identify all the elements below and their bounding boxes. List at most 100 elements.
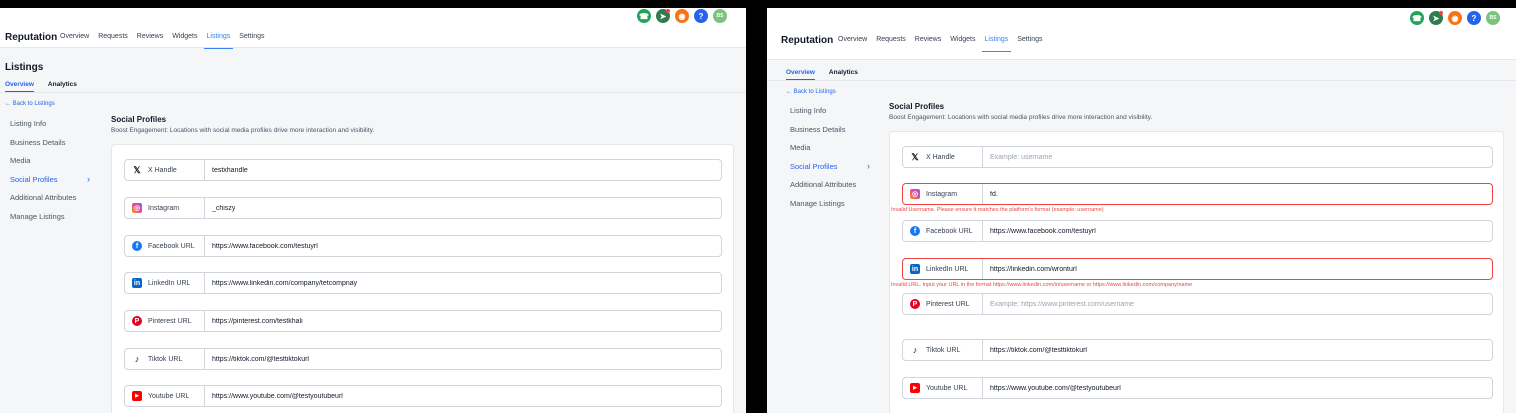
section-subtitle: Boost Engagement: Locations with social … [889, 114, 1153, 121]
section-subtitle: Boost Engagement: Locations with social … [111, 127, 375, 134]
sidebar: Listing Info Business Details Media Soci… [790, 105, 880, 216]
tiktok-icon: ♪ [134, 354, 140, 364]
x-icon: 𝕏 [911, 151, 919, 162]
right-screenshot-panel: Reputation Overview Requests Reviews Wid… [767, 8, 1516, 413]
x-handle-row: 𝕏 X Handle Example: username [902, 146, 1493, 168]
sidebar-item-business-details[interactable]: Business Details [790, 124, 880, 143]
field-label: Pinterest URL [926, 300, 970, 308]
youtube-input[interactable]: https://www.youtube.com/@testyoutubeurl [983, 385, 1121, 392]
main-tabs: Overview Requests Reviews Widgets Listin… [838, 36, 1052, 52]
sidebar-item-manage-listings[interactable]: Manage Listings [790, 198, 880, 217]
subtab-analytics[interactable]: Analytics [48, 81, 77, 92]
linkedin-error-message: Invalid URL. Input your URL in the forma… [891, 282, 1193, 288]
tab-overview[interactable]: Overview [838, 36, 867, 51]
pinterest-input[interactable]: https://pinterest.com/testkhali [205, 318, 303, 325]
phone-icon[interactable]: ☎ [1410, 11, 1424, 25]
help-icon[interactable]: ? [694, 9, 708, 23]
help-icon[interactable]: ? [1467, 11, 1481, 25]
tab-reviews[interactable]: Reviews [137, 33, 163, 48]
tab-overview[interactable]: Overview [60, 33, 89, 48]
linkedin-input[interactable]: https://www.linkedin.com/company/tetcomp… [205, 280, 357, 287]
sidebar-item-listing-info[interactable]: Listing Info [10, 118, 100, 137]
back-to-listings-link[interactable]: ← Back to Listings [5, 101, 55, 107]
youtube-icon: ▶ [132, 391, 142, 401]
sidebar-item-listing-info[interactable]: Listing Info [790, 105, 880, 124]
tiktok-input[interactable]: https://tiktok.com/@testtiktokurl [983, 347, 1087, 354]
instagram-icon: ◎ [910, 189, 920, 199]
facebook-row: f Facebook URL https://www.facebook.com/t… [902, 220, 1493, 242]
brand-title: Reputation [781, 35, 834, 46]
pinterest-row: P Pinterest URL https://pinterest.com/tes… [124, 310, 722, 332]
instagram-error-message: Invalid Username. Please ensure it match… [891, 207, 1104, 213]
sidebar-item-social-profiles[interactable]: Social Profiles › [790, 161, 880, 180]
tab-requests[interactable]: Requests [98, 33, 128, 48]
tab-listings[interactable]: Listings [203, 33, 233, 49]
sidebar-item-label: Social Profiles [790, 161, 838, 171]
tiktok-row: ♪ Tiktok URL https://tiktok.com/@testtikt… [124, 348, 722, 370]
sidebar-item-media[interactable]: Media [790, 142, 880, 161]
subtab-overview[interactable]: Overview [5, 81, 34, 92]
field-label: LinkedIn URL [926, 265, 969, 273]
youtube-row: ▶ Youtube URL https://www.youtube.com/@te… [902, 377, 1493, 399]
sidebar-item-media[interactable]: Media [10, 155, 100, 174]
sidebar: Listing Info Business Details Media Soci… [10, 118, 100, 229]
field-label: Facebook URL [148, 242, 195, 250]
phone-icon[interactable]: ☎ [637, 9, 651, 23]
facebook-input[interactable]: https://www.facebook.com/testuyrl [983, 228, 1096, 235]
megaphone-icon[interactable]: ➤ [656, 9, 670, 23]
instagram-input[interactable]: _chiszy [205, 205, 235, 212]
megaphone-icon[interactable]: ➤ [1429, 11, 1443, 25]
main-tabs: Overview Requests Reviews Widgets Listin… [60, 33, 274, 49]
subtab-analytics[interactable]: Analytics [829, 69, 858, 80]
chevron-right-icon: › [87, 173, 90, 184]
header-icons: ☎ ➤ ◉ ? BS [1410, 11, 1500, 25]
youtube-input[interactable]: https://www.youtube.com/@testyoutubeurl [205, 393, 343, 400]
field-label: Tiktok URL [926, 346, 961, 354]
bell-icon[interactable]: ◉ [1448, 11, 1462, 25]
sidebar-item-business-details[interactable]: Business Details [10, 137, 100, 156]
tab-settings[interactable]: Settings [239, 33, 264, 48]
sub-tabs: Overview Analytics [5, 81, 91, 92]
back-to-listings-link[interactable]: ← Back to Listings [786, 89, 836, 95]
field-label: Facebook URL [926, 227, 973, 235]
instagram-input[interactable]: fd. [983, 191, 998, 198]
sidebar-item-manage-listings[interactable]: Manage Listings [10, 211, 100, 230]
facebook-icon: f [132, 241, 142, 251]
linkedin-icon: in [132, 278, 142, 288]
header-icons: ☎ ➤ ◉ ? BS [637, 9, 727, 23]
facebook-input[interactable]: https://www.facebook.com/testuyrl [205, 243, 318, 250]
tab-settings[interactable]: Settings [1017, 36, 1042, 51]
tab-widgets[interactable]: Widgets [172, 33, 197, 48]
field-label: Tiktok URL [148, 355, 183, 363]
avatar[interactable]: BS [1486, 11, 1500, 25]
field-label: Youtube URL [926, 384, 968, 392]
x-icon: 𝕏 [133, 164, 141, 175]
bell-icon[interactable]: ◉ [675, 9, 689, 23]
linkedin-icon: in [910, 264, 920, 274]
subtab-overview[interactable]: Overview [786, 69, 815, 80]
tab-widgets[interactable]: Widgets [950, 36, 975, 51]
x-handle-input[interactable]: Example: username [983, 154, 1052, 161]
youtube-icon: ▶ [910, 383, 920, 393]
x-handle-input[interactable]: testxhandle [205, 167, 248, 174]
field-label: Youtube URL [148, 392, 190, 400]
field-label: Pinterest URL [148, 317, 192, 325]
sidebar-item-social-profiles[interactable]: Social Profiles › [10, 174, 100, 193]
tiktok-input[interactable]: https://tiktok.com/@testtiktokurl [205, 356, 309, 363]
tab-requests[interactable]: Requests [876, 36, 906, 51]
tiktok-icon: ♪ [912, 345, 918, 355]
sidebar-item-additional-attributes[interactable]: Additional Attributes [790, 179, 880, 198]
field-label: LinkedIn URL [148, 279, 191, 287]
sidebar-item-additional-attributes[interactable]: Additional Attributes [10, 192, 100, 211]
pinterest-input[interactable]: Example: https://www.pinterest.com/usern… [983, 301, 1134, 308]
avatar[interactable]: BS [713, 9, 727, 23]
section-title: Social Profiles [111, 115, 167, 124]
sub-tabs: Overview Analytics [786, 69, 872, 80]
linkedin-row: in LinkedIn URL https://linkedin.com/wron… [902, 258, 1493, 280]
linkedin-input[interactable]: https://linkedin.com/wronturl [983, 266, 1077, 273]
field-label: Instagram [926, 190, 958, 198]
tab-reviews[interactable]: Reviews [915, 36, 941, 51]
top-nav-bar: Reputation Overview Requests Reviews Wid… [767, 8, 1516, 60]
tab-listings[interactable]: Listings [981, 36, 1011, 52]
section-title: Social Profiles [889, 102, 945, 111]
